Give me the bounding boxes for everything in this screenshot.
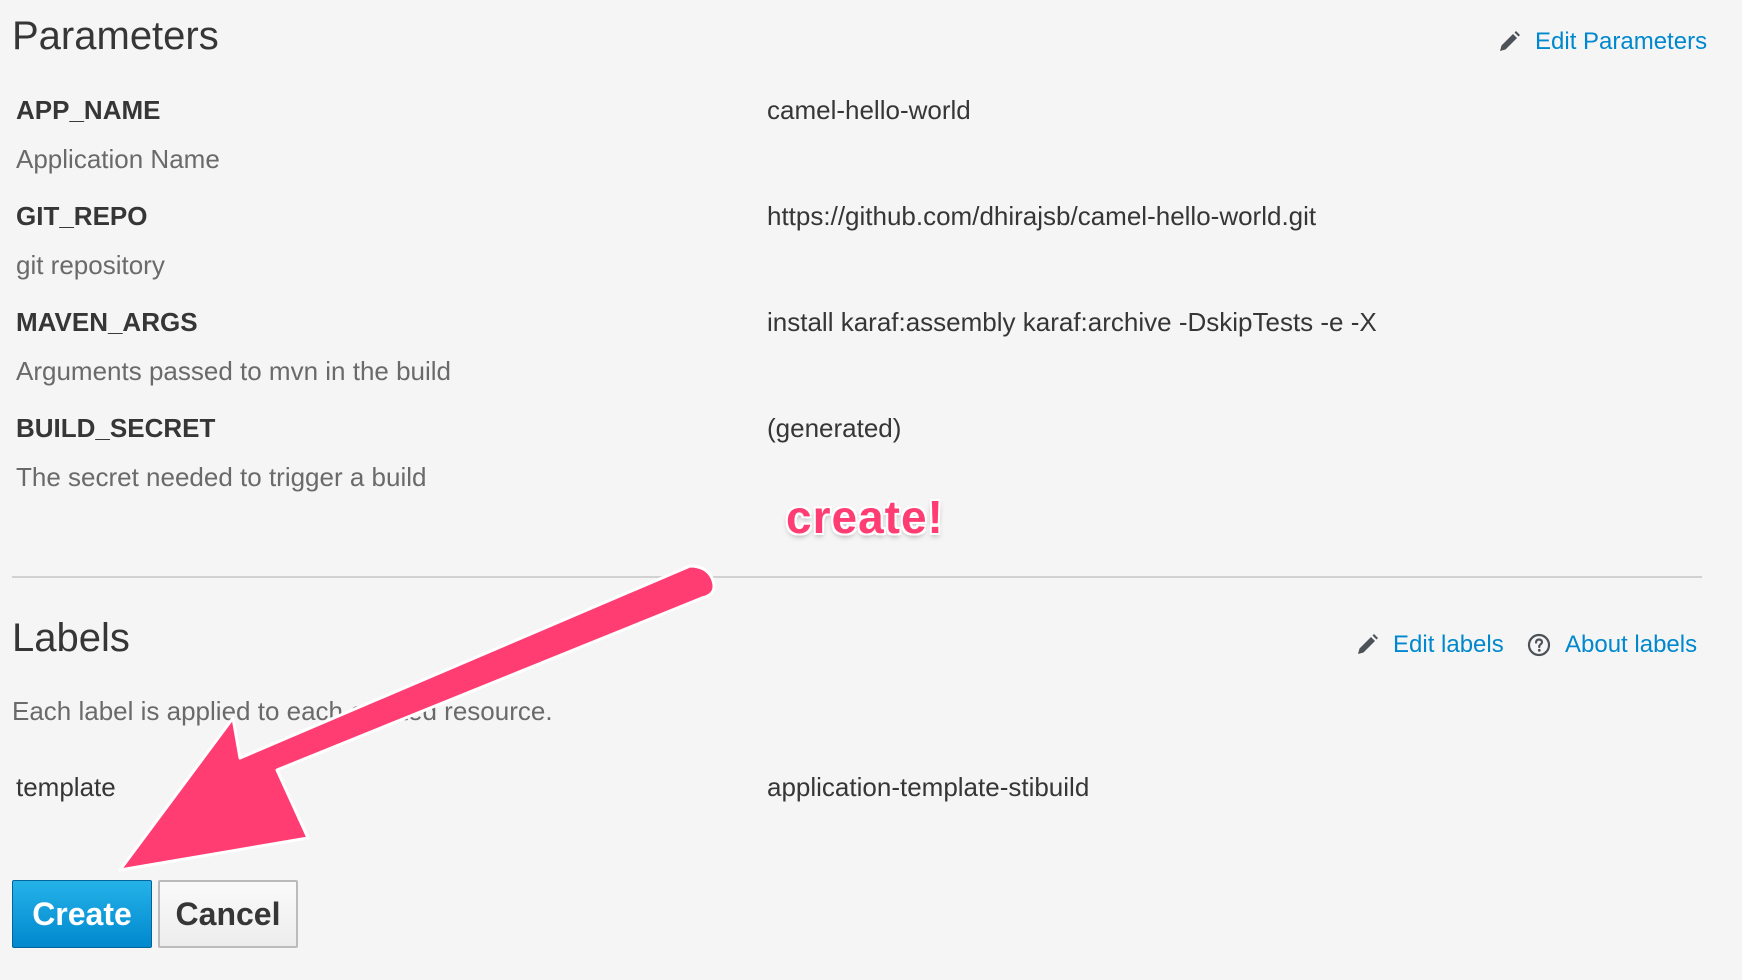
parameter-value: (generated) <box>767 413 902 443</box>
pencil-icon <box>1497 30 1521 54</box>
annotation-label: create! <box>786 491 944 543</box>
parameter-name: APP_NAME <box>16 95 161 125</box>
parameter-value: install karaf:assembly karaf:archive -Ds… <box>767 307 1377 337</box>
parameter-description: Arguments passed to mvn in the build <box>16 356 452 386</box>
parameter-value: camel-hello-world <box>767 95 971 125</box>
parameter-description: The secret needed to trigger a build <box>16 462 427 492</box>
parameter-value: https://github.com/dhirajsb/camel-hello-… <box>767 201 1317 231</box>
edit-labels-link[interactable]: Edit labels <box>1355 631 1504 659</box>
edit-labels-label: Edit labels <box>1393 631 1504 658</box>
question-circle-icon <box>1527 633 1551 657</box>
label-value: application-template-stibuild <box>767 772 1090 802</box>
create-button[interactable]: Create <box>12 880 152 948</box>
parameter-description: git repository <box>16 250 165 280</box>
parameter-name: BUILD_SECRET <box>16 413 216 443</box>
labels-title: Labels <box>12 616 130 660</box>
label-key: template <box>16 772 116 802</box>
about-labels-link[interactable]: About labels <box>1527 631 1697 659</box>
parameter-description: Application Name <box>16 144 220 174</box>
parameters-title: Parameters <box>12 14 219 58</box>
edit-parameters-label: Edit Parameters <box>1535 28 1708 55</box>
section-divider <box>12 576 1702 578</box>
cancel-button[interactable]: Cancel <box>158 880 298 948</box>
parameter-name: GIT_REPO <box>16 201 148 231</box>
labels-help-text: Each label is applied to each created re… <box>12 696 553 726</box>
parameter-name: MAVEN_ARGS <box>16 307 198 337</box>
edit-parameters-link[interactable]: Edit Parameters <box>1497 28 1707 56</box>
about-labels-label: About labels <box>1565 631 1698 658</box>
pencil-icon <box>1355 633 1379 657</box>
